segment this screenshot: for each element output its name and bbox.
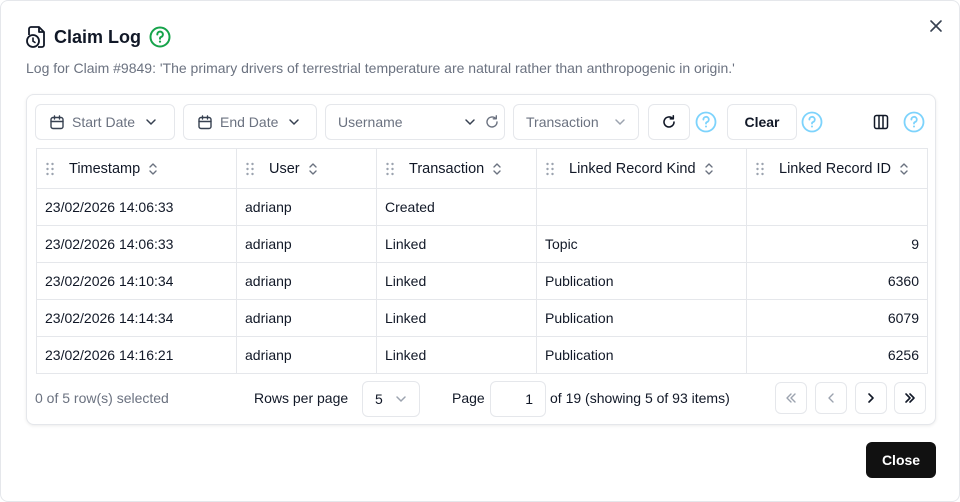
claim-log-table: Timestamp User Transaction Linked Record…	[36, 148, 928, 374]
column-header-label: Linked Record Kind	[569, 160, 696, 177]
column-header-linked-record-id[interactable]: Linked Record ID	[746, 148, 928, 189]
question-circle-icon[interactable]	[903, 111, 925, 133]
question-circle-icon[interactable]	[695, 111, 717, 133]
column-header-transaction[interactable]: Transaction	[376, 148, 537, 189]
selection-count: 0 of 5 row(s) selected	[35, 390, 169, 406]
linked-record-id-cell: 6256	[746, 336, 928, 374]
column-header-user[interactable]: User	[236, 148, 377, 189]
drag-handle-icon[interactable]	[385, 162, 395, 176]
sort-icon[interactable]	[492, 162, 502, 176]
next-page-button[interactable]	[855, 382, 887, 414]
column-header-timestamp[interactable]: Timestamp	[36, 148, 237, 189]
drag-handle-icon[interactable]	[245, 162, 255, 176]
refresh-button[interactable]	[648, 104, 690, 140]
user-cell: adrianp	[236, 262, 377, 300]
page-number-input[interactable]	[490, 381, 546, 417]
drag-handle-icon[interactable]	[755, 162, 765, 176]
chevron-down-icon	[615, 119, 625, 126]
log-table-panel: Start Date End Date Username Transaction	[26, 94, 936, 425]
table-header-row: Timestamp User Transaction Linked Record…	[36, 148, 928, 189]
first-page-button[interactable]	[775, 382, 807, 414]
end-date-label: End Date	[220, 114, 279, 130]
transaction-select[interactable]: Transaction	[513, 104, 639, 140]
rows-per-page-select[interactable]: 5	[362, 381, 420, 417]
dialog-title: Claim Log	[54, 26, 142, 47]
clear-button[interactable]: Clear	[727, 104, 797, 140]
table-row[interactable]: 23/02/2026 14:06:33 adrianp Created	[36, 188, 928, 226]
sort-icon[interactable]	[148, 162, 158, 176]
user-cell: adrianp	[236, 299, 377, 337]
drag-handle-icon[interactable]	[545, 162, 555, 176]
rows-per-page-value: 5	[375, 391, 383, 407]
claim-log-dialog: Claim Log Log for Claim #9849: 'The prim…	[0, 0, 960, 502]
file-clock-icon	[25, 25, 47, 49]
linked-record-kind-cell	[536, 188, 747, 226]
user-cell: adrianp	[236, 225, 377, 263]
linked-record-id-cell: 6360	[746, 262, 928, 300]
column-header-label: Timestamp	[69, 160, 141, 177]
column-header-label: User	[269, 160, 300, 177]
transaction-cell: Linked	[376, 299, 537, 337]
refresh-icon[interactable]	[484, 114, 500, 130]
dialog-header: Claim Log	[25, 23, 171, 51]
timestamp-cell: 23/02/2026 14:06:33	[36, 225, 237, 263]
timestamp-cell: 23/02/2026 14:14:34	[36, 299, 237, 337]
dialog-subtitle: Log for Claim #9849: 'The primary driver…	[26, 60, 735, 76]
chevron-right-icon	[868, 393, 874, 403]
calendar-icon	[50, 114, 64, 129]
linked-record-kind-cell: Topic	[536, 225, 747, 263]
transaction-cell: Linked	[376, 262, 537, 300]
timestamp-cell: 23/02/2026 14:16:21	[36, 336, 237, 374]
sort-icon[interactable]	[899, 162, 909, 176]
username-input[interactable]: Username	[338, 114, 403, 130]
page-label: Page	[452, 390, 485, 406]
previous-page-button[interactable]	[815, 382, 847, 414]
columns-icon[interactable]	[870, 111, 892, 133]
end-date-picker[interactable]: End Date	[183, 104, 317, 140]
drag-handle-icon[interactable]	[45, 162, 55, 176]
user-cell: adrianp	[236, 188, 377, 226]
transaction-cell: Linked	[376, 225, 537, 263]
table-row[interactable]: 23/02/2026 14:14:34 adrianp Linked Publi…	[36, 299, 928, 337]
transaction-cell: Linked	[376, 336, 537, 374]
chevron-down-icon	[396, 396, 406, 403]
linked-record-id-cell: 6079	[746, 299, 928, 337]
linked-record-kind-cell: Publication	[536, 299, 747, 337]
column-header-linked-record-kind[interactable]: Linked Record Kind	[536, 148, 747, 189]
sort-icon[interactable]	[704, 162, 714, 176]
table-row[interactable]: 23/02/2026 14:16:21 adrianp Linked Publi…	[36, 336, 928, 374]
username-combobox[interactable]: Username	[325, 104, 505, 140]
question-circle-icon[interactable]	[149, 26, 171, 48]
table-row[interactable]: 23/02/2026 14:06:33 adrianp Linked Topic…	[36, 225, 928, 263]
timestamp-cell: 23/02/2026 14:10:34	[36, 262, 237, 300]
column-header-label: Transaction	[409, 160, 485, 177]
close-button[interactable]: Close	[866, 442, 936, 478]
transaction-label: Transaction	[526, 114, 599, 130]
transaction-cell: Created	[376, 188, 537, 226]
linked-record-kind-cell: Publication	[536, 262, 747, 300]
chevron-down-icon[interactable]	[464, 118, 476, 126]
close-icon[interactable]	[925, 15, 947, 37]
chevron-down-icon	[289, 119, 300, 126]
user-cell: adrianp	[236, 336, 377, 374]
table-row[interactable]: 23/02/2026 14:10:34 adrianp Linked Publi…	[36, 262, 928, 300]
start-date-label: Start Date	[72, 114, 136, 130]
chevron-left-icon	[828, 393, 834, 403]
linked-record-kind-cell: Publication	[536, 336, 747, 374]
question-circle-icon[interactable]	[801, 111, 823, 133]
chevrons-left-icon	[786, 393, 796, 403]
linked-record-id-cell	[746, 188, 928, 226]
calendar-icon	[198, 114, 212, 129]
column-header-label: Linked Record ID	[779, 160, 892, 177]
rows-per-page-label: Rows per page	[254, 390, 349, 406]
refresh-icon	[663, 115, 675, 128]
chevrons-right-icon	[905, 393, 915, 403]
sort-icon[interactable]	[308, 162, 318, 176]
last-page-button[interactable]	[894, 382, 926, 414]
start-date-picker[interactable]: Start Date	[35, 104, 175, 140]
timestamp-cell: 23/02/2026 14:06:33	[36, 188, 237, 226]
linked-record-id-cell: 9	[746, 225, 928, 263]
chevron-down-icon	[146, 119, 156, 126]
page-summary: of 19 (showing 5 of 93 items)	[550, 390, 730, 406]
